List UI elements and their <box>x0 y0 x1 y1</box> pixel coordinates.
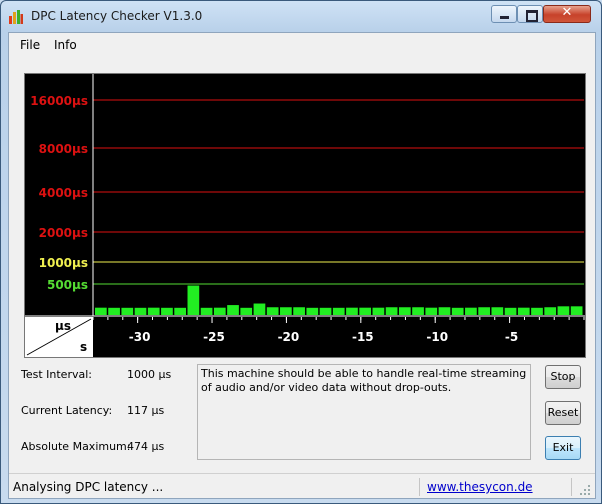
latency-bar <box>147 307 160 315</box>
latency-bar <box>319 307 332 315</box>
website-link[interactable]: www.thesycon.de <box>427 480 533 494</box>
close-button[interactable]: ✕ <box>543 5 591 23</box>
x-tick-label: -20 <box>278 330 300 344</box>
menu-info[interactable]: Info <box>54 38 77 52</box>
latency-bar <box>531 307 543 315</box>
latency-bar <box>465 307 477 315</box>
latency-bar <box>280 307 292 315</box>
latency-bar <box>187 285 200 315</box>
latency-bar <box>544 307 557 315</box>
app-window: DPC Latency Checker V1.3.0 ✕ File Info 1… <box>0 0 602 504</box>
latency-bar <box>121 307 134 315</box>
test-interval-label: Test Interval: <box>21 368 92 381</box>
client-area: File Info 16000µs 8000µs 4000µs 2000µs 1000µ… <box>8 32 596 499</box>
latency-bar <box>491 307 504 315</box>
status-separator <box>571 478 572 496</box>
title-bar[interactable]: DPC Latency Checker V1.3.0 ✕ <box>1 1 601 31</box>
latency-bar <box>451 307 464 315</box>
latency-bar <box>174 307 187 315</box>
latency-bar <box>108 307 120 315</box>
latency-bar <box>306 307 319 315</box>
latency-bar <box>398 307 411 315</box>
y-axis-label: 2000µs <box>39 226 88 240</box>
x-tick-label: -10 <box>426 330 448 344</box>
stop-button[interactable]: Stop <box>545 365 581 389</box>
resize-grip-icon[interactable] <box>579 484 591 496</box>
latency-bar <box>346 307 358 315</box>
latency-chart-svg: 16000µs 8000µs 4000µs 2000µs 1000µs 500µs µss -… <box>25 74 585 357</box>
maximize-button[interactable] <box>517 5 543 23</box>
y-axis-label: 4000µs <box>39 186 88 200</box>
menu-file[interactable]: File <box>20 38 40 52</box>
latency-bar <box>240 307 253 315</box>
corner-x-unit: s <box>80 340 87 354</box>
latency-bar <box>359 307 372 315</box>
latency-bar <box>385 307 398 315</box>
absolute-maximum-value: 474 µs <box>127 440 165 453</box>
absolute-maximum-label: Absolute Maximum: <box>21 440 131 453</box>
x-axis-strip <box>25 316 585 357</box>
y-axis-label: 16000µs <box>30 94 88 108</box>
menu-bar: File Info <box>9 33 595 57</box>
corner-y-unit: µs <box>55 319 71 333</box>
latency-bar <box>438 307 451 315</box>
latency-bar <box>253 303 266 315</box>
latency-bar <box>134 307 147 315</box>
latency-bar <box>557 306 570 315</box>
window-title: DPC Latency Checker V1.3.0 <box>31 9 203 23</box>
x-tick-label: -25 <box>203 330 225 344</box>
dpc-app-icon <box>9 10 23 24</box>
latency-bar <box>227 305 239 315</box>
x-tick-label: -15 <box>352 330 374 344</box>
status-text: Analysing DPC latency ... <box>13 480 164 494</box>
latency-bar <box>161 307 173 315</box>
latency-bar <box>478 307 490 315</box>
status-message-box: This machine should be able to handle re… <box>197 364 531 460</box>
close-icon: ✕ <box>561 5 573 20</box>
x-tick-label: -5 <box>505 330 518 344</box>
latency-bar <box>504 307 517 315</box>
latency-bar <box>293 307 305 315</box>
y-axis-label: 1000µs <box>39 256 88 270</box>
latency-bar <box>570 306 583 315</box>
current-latency-value: 117 µs <box>127 404 165 417</box>
latency-bar <box>412 307 424 315</box>
latency-bar <box>213 307 226 315</box>
current-latency-label: Current Latency: <box>21 404 113 417</box>
exit-button[interactable]: Exit <box>545 436 581 460</box>
latency-bar <box>266 307 279 315</box>
y-axis-label: 500µs <box>47 278 88 292</box>
status-bar: Analysing DPC latency ... www.thesycon.d… <box>9 473 595 499</box>
latency-bar <box>200 307 213 315</box>
minimize-button[interactable] <box>491 5 517 23</box>
reset-button[interactable]: Reset <box>545 401 581 425</box>
x-tick-label: -30 <box>129 330 151 344</box>
y-axis-label: 8000µs <box>39 142 88 156</box>
latency-bar <box>332 307 345 315</box>
latency-bar <box>517 307 530 315</box>
latency-bar <box>425 307 438 315</box>
test-interval-value: 1000 µs <box>127 368 172 381</box>
latency-chart: 16000µs 8000µs 4000µs 2000µs 1000µs 500µs µs s -… <box>24 73 586 358</box>
latency-bar <box>372 307 385 315</box>
status-separator <box>419 478 420 496</box>
latency-bar <box>95 307 107 315</box>
